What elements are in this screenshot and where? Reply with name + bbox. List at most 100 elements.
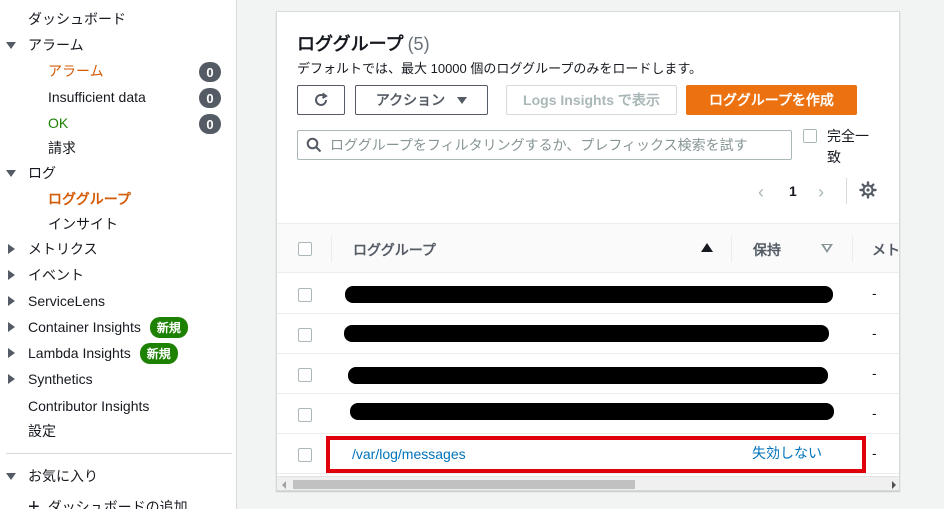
view-in-logs-insights-button[interactable]: Logs Insights で表示 xyxy=(506,85,677,115)
sidebar-item-label: 請求 xyxy=(48,140,76,156)
search-box xyxy=(297,130,792,160)
sidebar-item-container-insights[interactable]: Container Insights 新規 xyxy=(28,315,188,339)
row-checkbox[interactable] xyxy=(298,288,312,302)
scroll-left-arrow-icon[interactable] xyxy=(282,481,286,489)
sidebar-item-contributor-insights[interactable]: Contributor Insights xyxy=(28,394,149,418)
column-header-log-group[interactable]: ロググループ xyxy=(353,240,436,260)
row-checkbox[interactable] xyxy=(298,368,312,382)
table-row[interactable]: - xyxy=(277,274,899,314)
column-header-retention[interactable]: 保持 xyxy=(753,240,781,260)
sidebar-item-insights[interactable]: インサイト xyxy=(48,212,118,236)
sidebar-item-dashboard[interactable]: ダッシュボード xyxy=(28,7,126,31)
page-number[interactable]: 1 xyxy=(789,183,797,199)
refresh-button[interactable] xyxy=(297,85,345,115)
metric-filter-value: - xyxy=(872,405,877,421)
caret-down-icon[interactable] xyxy=(6,473,16,480)
sidebar-item-alarms[interactable]: アラーム xyxy=(28,33,84,57)
caret-right-icon[interactable] xyxy=(8,374,15,384)
sidebar-item-metrics[interactable]: メトリクス xyxy=(28,237,98,261)
caret-right-icon[interactable] xyxy=(8,244,15,254)
sidebar-item-insufficient-data[interactable]: Insufficient data xyxy=(48,85,146,109)
sidebar-item-logs[interactable]: ログ xyxy=(28,161,56,185)
sidebar-item-label: ダッシュボードの追加 xyxy=(47,499,188,509)
sort-descending-icon[interactable] xyxy=(821,244,833,253)
column-divider xyxy=(331,236,332,262)
sidebar-item-label: Contributor Insights xyxy=(28,398,150,414)
sidebar-item-billing[interactable]: 請求 xyxy=(48,136,76,160)
caret-down-icon[interactable] xyxy=(6,170,16,177)
sort-ascending-icon[interactable] xyxy=(701,243,713,252)
sidebar-item-label: OK xyxy=(48,115,69,131)
redacted-log-group-name xyxy=(348,367,828,384)
sidebar-item-log-groups[interactable]: ロググループ xyxy=(48,187,131,211)
table-row[interactable]: - xyxy=(277,354,899,394)
ok-count-badge: 0 xyxy=(199,114,221,134)
sidebar-item-label: インサイト xyxy=(48,216,118,232)
metric-filter-value: - xyxy=(872,325,877,341)
sidebar-item-add-dashboard[interactable]: + ダッシュボードの追加 xyxy=(28,495,188,509)
sidebar-item-label: アラーム xyxy=(48,63,104,79)
sidebar-item-synthetics[interactable]: Synthetics xyxy=(28,367,93,391)
sidebar-item-ok[interactable]: OK xyxy=(48,111,68,135)
sidebar-item-label: ロググループ xyxy=(48,191,131,207)
table-header: ロググループ 保持 メト xyxy=(277,223,899,273)
caret-down-icon[interactable] xyxy=(6,42,16,49)
redacted-log-group-name xyxy=(350,403,834,420)
row-checkbox[interactable] xyxy=(298,448,312,462)
sidebar-item-servicelens[interactable]: ServiceLens xyxy=(28,289,105,313)
caret-right-icon[interactable] xyxy=(8,348,15,358)
caret-right-icon[interactable] xyxy=(8,322,15,332)
exact-match-checkbox[interactable] xyxy=(803,129,817,143)
log-groups-panel: ロググループ (5) デフォルトでは、最大 10000 個のロググループのみをロー… xyxy=(276,11,900,491)
scrollbar-thumb[interactable] xyxy=(293,480,635,489)
table-row[interactable]: - xyxy=(277,394,899,434)
caret-right-icon[interactable] xyxy=(8,270,15,280)
refresh-icon xyxy=(315,92,328,106)
sidebar-item-label: Lambda Insights xyxy=(28,345,131,361)
sidebar-item-label: ダッシュボード xyxy=(28,11,126,27)
column-divider xyxy=(852,236,853,262)
page-title-text: ロググループ xyxy=(297,34,404,54)
redacted-log-group-name xyxy=(344,325,829,342)
highlight-annotation-box xyxy=(326,436,866,473)
sidebar-item-label: ログ xyxy=(28,165,56,181)
sidebar-divider xyxy=(6,453,232,454)
sidebar-item-label: Container Insights xyxy=(28,319,141,335)
sidebar-item-label: 設定 xyxy=(28,423,56,439)
sidebar-item-label: メトリクス xyxy=(28,241,98,257)
table-row[interactable]: - xyxy=(277,314,899,354)
triangle-down-icon xyxy=(457,96,468,104)
metric-filter-value: - xyxy=(872,285,877,301)
create-log-group-button[interactable]: ロググループを作成 xyxy=(686,85,857,115)
sidebar-item-settings[interactable]: 設定 xyxy=(28,419,56,443)
select-all-checkbox[interactable] xyxy=(298,242,312,256)
gear-icon[interactable] xyxy=(859,181,877,199)
horizontal-scrollbar[interactable] xyxy=(277,476,899,490)
sidebar-item-label: お気に入り xyxy=(28,468,98,484)
caret-right-icon[interactable] xyxy=(8,296,15,306)
row-checkbox[interactable] xyxy=(298,408,312,422)
sidebar-item-label: ServiceLens xyxy=(28,293,106,309)
redacted-log-group-name xyxy=(345,286,833,303)
metric-filter-value: - xyxy=(872,445,877,461)
panel-description: デフォルトでは、最大 10000 個のロググループのみをロードします。 xyxy=(297,61,703,76)
sidebar-item-favorites[interactable]: お気に入り xyxy=(28,464,98,488)
chevron-right-icon[interactable]: › xyxy=(818,182,824,203)
sidebar-item-events[interactable]: イベント xyxy=(28,263,84,287)
column-header-metric[interactable]: メト xyxy=(872,240,899,260)
sidebar-item-label: Insufficient data xyxy=(48,89,146,105)
alarm-count-badge: 0 xyxy=(199,62,221,82)
sidebar: ダッシュボード アラーム アラーム 0 Insufficient data 0 … xyxy=(0,0,237,509)
actions-label: アクション xyxy=(375,92,446,108)
pager-divider xyxy=(846,178,847,204)
row-checkbox[interactable] xyxy=(298,328,312,342)
log-group-count: (5) xyxy=(407,34,430,54)
actions-dropdown-button[interactable]: アクション xyxy=(355,85,488,115)
sidebar-item-alarm-state[interactable]: アラーム xyxy=(48,59,104,83)
sidebar-item-lambda-insights[interactable]: Lambda Insights 新規 xyxy=(28,341,178,365)
metric-filter-value: - xyxy=(872,365,877,381)
search-input[interactable] xyxy=(330,137,770,153)
scroll-right-arrow-icon[interactable] xyxy=(892,481,896,489)
chevron-left-icon[interactable]: ‹ xyxy=(758,182,764,203)
page-title: ロググループ (5) xyxy=(297,30,430,56)
